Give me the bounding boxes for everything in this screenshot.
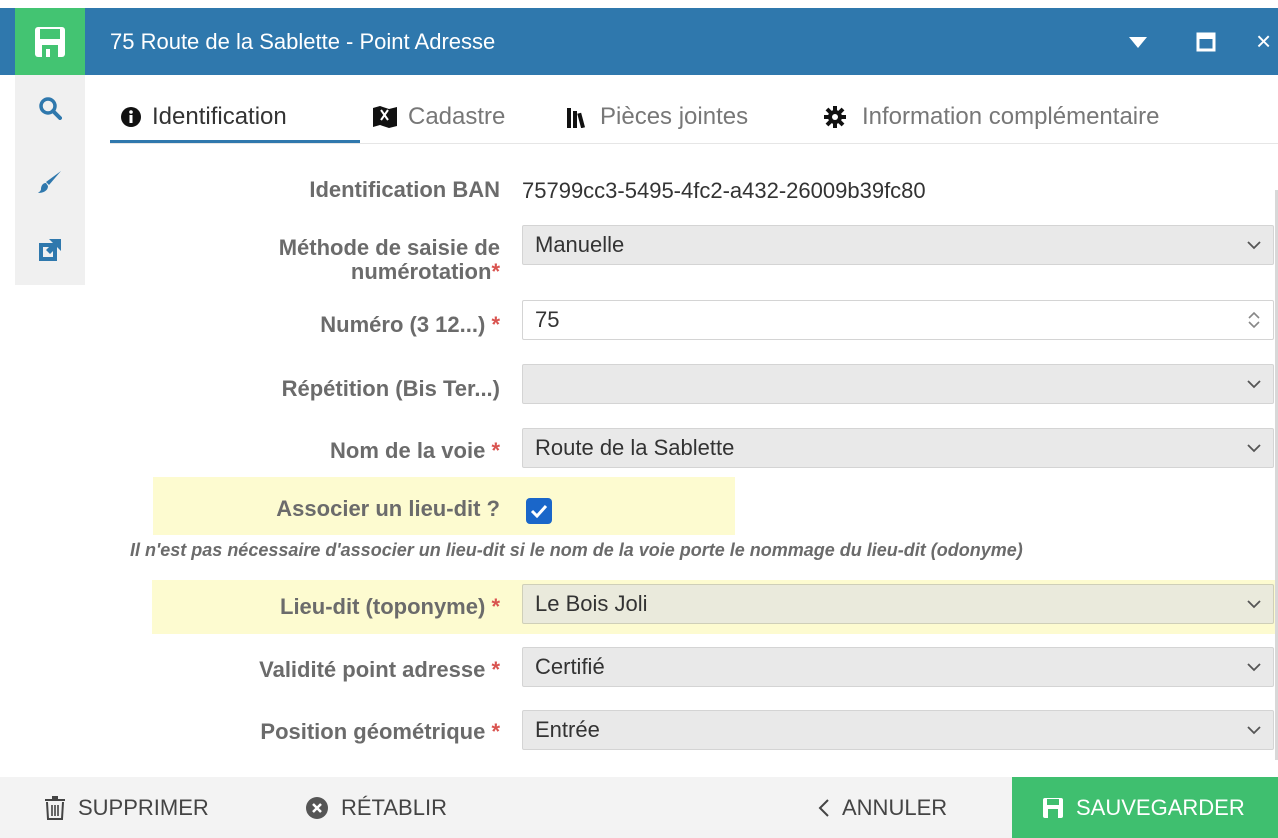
numero-input[interactable]: 75 — [522, 300, 1274, 340]
lieu-dit-help-text: Il n'est pas nécessaire d'associer un li… — [130, 540, 1023, 560]
methode-label-line2-wrap: numérotation* — [279, 260, 500, 284]
trash-icon — [44, 795, 66, 820]
associer-label: Associer un lieu-dit ? — [276, 496, 500, 521]
tab-bar: Identification Cadastre Pièces jointes I… — [110, 90, 1278, 144]
numero-value: 75 — [535, 307, 560, 332]
position-label-text: Position géométrique — [260, 719, 486, 744]
position-value: Entrée — [535, 717, 600, 742]
methode-label-line1: Méthode de saisie de — [278, 235, 500, 260]
position-select[interactable]: Entrée — [522, 710, 1274, 750]
nom-voie-label: Nom de la voie * — [330, 439, 500, 463]
info-circle-icon — [120, 106, 142, 128]
search-icon[interactable] — [15, 83, 85, 133]
tab-label: Pièces jointes — [600, 103, 749, 130]
stepper-icon[interactable] — [1247, 301, 1261, 339]
position-label: Position géométrique * — [260, 720, 500, 744]
tab-label: Information complémentaire — [862, 103, 1160, 130]
checkmark-icon — [530, 504, 548, 518]
required-marker: * — [491, 719, 500, 744]
chevron-down-icon — [1247, 226, 1261, 264]
left-toolbar — [15, 75, 85, 285]
methode-value: Manuelle — [535, 232, 625, 257]
lieu-dit-label: Lieu-dit (toponyme) * — [280, 595, 500, 619]
repetition-select[interactable] — [522, 364, 1274, 404]
window-restore-icon[interactable] — [1186, 8, 1226, 75]
nom-voie-select[interactable]: Route de la Sablette — [522, 428, 1274, 468]
save-label: SAUVEGARDER — [1076, 794, 1245, 820]
close-icon[interactable]: × — [1256, 8, 1278, 75]
validite-select[interactable]: Certifié — [522, 647, 1274, 687]
validite-value: Certifié — [535, 654, 605, 679]
methode-select[interactable]: Manuelle — [522, 225, 1274, 265]
tab-label: Cadastre — [408, 103, 506, 130]
lieu-dit-select[interactable]: Le Bois Joli — [522, 584, 1274, 624]
external-link-icon[interactable] — [15, 225, 85, 275]
caret-down-icon[interactable] — [1118, 8, 1158, 75]
chevron-down-icon — [1247, 648, 1261, 686]
numero-label-text: Numéro (3 12...) — [320, 312, 486, 337]
delete-button[interactable]: SUPPRIMER — [44, 777, 209, 838]
numero-label: Numéro (3 12...) * — [320, 313, 500, 337]
tab-label: Identification — [152, 103, 287, 130]
save-button[interactable]: SAUVEGARDER — [1012, 777, 1278, 838]
nom-voie-value: Route de la Sablette — [535, 435, 735, 460]
tab-cadastre[interactable]: Cadastre — [372, 90, 505, 144]
reset-button[interactable]: RÉTABLIR — [305, 777, 447, 838]
window-title: 75 Route de la Sablette - Point Adresse — [110, 29, 496, 54]
nom-voie-label-text: Nom de la voie — [330, 438, 486, 463]
methode-label-line2: numérotation — [350, 259, 492, 284]
chevron-down-icon — [1247, 429, 1261, 467]
tab-pieces-jointes[interactable]: Pièces jointes — [566, 90, 748, 144]
delete-label: SUPPRIMER — [78, 794, 209, 820]
floppy-disk-icon — [1042, 797, 1064, 819]
cancel-button[interactable]: ANNULER — [818, 777, 947, 838]
reset-label: RÉTABLIR — [341, 794, 447, 820]
validite-label-text: Validité point adresse — [259, 657, 486, 682]
lieu-dit-value: Le Bois Joli — [535, 591, 648, 616]
times-circle-icon — [305, 796, 329, 820]
required-marker: * — [491, 657, 500, 682]
methode-label: Méthode de saisie de numérotation* — [279, 236, 500, 284]
lieu-dit-label-text: Lieu-dit (toponyme) — [280, 594, 486, 619]
validite-label: Validité point adresse * — [259, 658, 500, 682]
required-marker: * — [491, 312, 500, 337]
tabs-divider — [110, 143, 1278, 144]
cog-icon — [824, 106, 846, 128]
tab-information-complementaire[interactable]: Information complémentaire — [824, 90, 1159, 144]
repetition-label: Répétition (Bis Ter...) — [281, 376, 500, 401]
associer-checkbox[interactable] — [526, 498, 552, 524]
chevron-left-icon — [818, 798, 830, 818]
floppy-disk-icon[interactable] — [15, 8, 85, 75]
chevron-down-icon — [1247, 365, 1261, 403]
identification-ban-label: Identification BAN — [309, 177, 500, 202]
map-icon — [372, 106, 398, 128]
required-marker: * — [491, 259, 500, 284]
identification-ban-value: 75799cc3-5495-4fc2-a432-26009b39fc80 — [522, 178, 926, 203]
brush-icon[interactable] — [15, 157, 85, 207]
required-marker: * — [491, 438, 500, 463]
chevron-down-icon — [1247, 711, 1261, 749]
cancel-label: ANNULER — [842, 794, 948, 820]
required-marker: * — [491, 594, 500, 619]
library-icon — [566, 106, 590, 128]
active-tab-indicator — [110, 140, 360, 143]
tab-identification[interactable]: Identification — [120, 90, 287, 144]
chevron-down-icon — [1247, 585, 1261, 623]
